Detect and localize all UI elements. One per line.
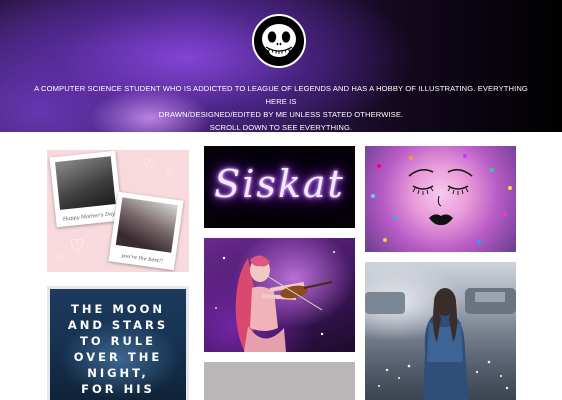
quote-text: THE MOON AND STARS TO RULE OVER THE NIGH… [50,301,186,397]
post-face-illustration[interactable] [365,146,516,252]
photo-scene [365,288,516,400]
bio-line-2: DRAWN/DESIGNED/EDITED BY ME UNLESS STATE… [158,110,404,119]
quote-line: AND STARS [67,318,169,332]
violinist-drawing [215,251,335,352]
post-moon-quote[interactable]: THE MOON AND STARS TO RULE OVER THE NIGH… [47,286,189,400]
quote-line: FOR HIS [81,382,155,396]
post-photo-girl[interactable] [365,262,516,400]
heart-icon: ♡ [55,254,64,265]
quote-line: THE MOON [71,302,165,316]
quote-line: NIGHT, [87,366,149,380]
jack-skellington-skull-icon [262,24,296,57]
post-image-loading[interactable] [204,362,355,400]
heart-icon: ♡ [69,236,86,256]
blog-description: A COMPUTER SCIENCE STUDENT WHO IS ADDICT… [30,82,532,132]
heart-icon: ♡ [165,168,174,179]
post-polaroid-mothers-day[interactable]: ♡ ♡ ♡ ♡ Happy Mother's Day you're the be… [47,150,189,272]
polaroid-photo: Happy Mother's Day [49,150,123,228]
polaroid-caption: Happy Mother's Day [62,211,116,223]
quote-line: OVER THE [73,350,163,364]
post-neon-sign[interactable]: Siskat [204,146,355,228]
face-line-art [408,168,473,226]
bio-line-1: A COMPUTER SCIENCE STUDENT WHO IS ADDICT… [34,84,528,106]
bio-line-3: SCROLL DOWN TO SEE EVERYTHING. [209,123,353,132]
polaroid-photo: you're the best!! [108,191,184,271]
polaroid-caption: you're the best!! [120,252,164,265]
quote-line: TO RULE [79,334,156,348]
blog-header: A COMPUTER SCIENCE STUDENT WHO IS ADDICT… [0,0,562,132]
heart-icon: ♡ [143,156,156,172]
polaroid-image [115,197,178,253]
polaroid-image [55,156,116,210]
neon-sign-text: Siskat [214,162,345,206]
post-violin-illustration[interactable] [204,238,355,352]
skull-logo[interactable] [252,14,306,68]
